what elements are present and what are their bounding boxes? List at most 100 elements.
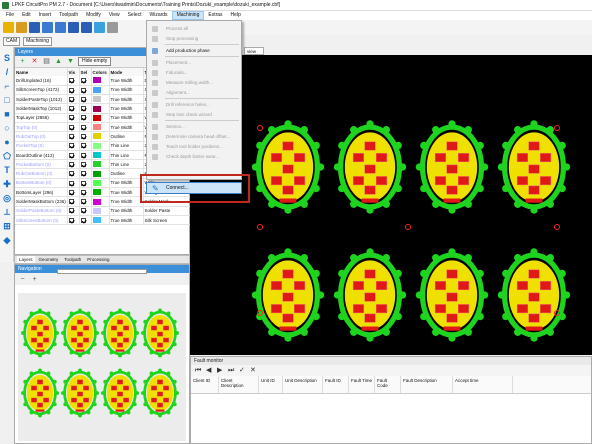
- text-tool-icon[interactable]: T: [2, 165, 12, 175]
- submode-select[interactable]: Machining: [23, 36, 52, 46]
- col-colors[interactable]: Colors: [91, 68, 110, 76]
- menu-file[interactable]: File: [2, 11, 18, 20]
- menu-wizards[interactable]: Wizards: [146, 11, 172, 20]
- new-document-icon[interactable]: [3, 22, 14, 33]
- menu-item[interactable]: Measure milling width...: [147, 78, 241, 87]
- navigation-preview[interactable]: [18, 293, 186, 441]
- menu-item[interactable]: Placement...: [147, 58, 241, 67]
- select-tool-icon[interactable]: ◆: [2, 235, 12, 245]
- first-icon[interactable]: ⏮: [195, 367, 202, 374]
- select-checkbox[interactable]: [79, 113, 92, 124]
- tab-layers[interactable]: Layers: [17, 256, 35, 263]
- menu-select[interactable]: Select: [124, 11, 146, 20]
- layer-mode[interactable]: True Width: [109, 215, 144, 226]
- menu-item[interactable]: Drill reference holes...: [147, 100, 241, 109]
- visible-checkbox[interactable]: [67, 168, 80, 179]
- fcol-client-id[interactable]: Client ID: [191, 376, 219, 393]
- color-swatch[interactable]: [91, 187, 110, 198]
- export-icon[interactable]: [55, 22, 66, 33]
- tab-geometry[interactable]: Geometry: [37, 256, 61, 263]
- zoom-out-icon[interactable]: −: [18, 275, 27, 284]
- select-checkbox[interactable]: [79, 76, 92, 86]
- layer-row[interactable]: SolderPasteBottom (0) True Width Solder Pa…: [15, 206, 192, 216]
- menu-toolpath[interactable]: Toolpath: [55, 11, 82, 20]
- clear-icon[interactable]: ✕: [250, 367, 257, 374]
- align-tool-icon[interactable]: ⊞: [2, 221, 12, 231]
- mode-select[interactable]: CAM: [3, 36, 21, 46]
- menu-machining[interactable]: Machining: [171, 11, 205, 20]
- menu-extras[interactable]: Extras: [204, 11, 226, 20]
- color-swatch[interactable]: [91, 113, 110, 124]
- select-checkbox[interactable]: [79, 168, 92, 179]
- polyline-tool-icon[interactable]: ⌐: [2, 81, 12, 91]
- menu-insert[interactable]: Insert: [35, 11, 56, 20]
- redo-icon[interactable]: [81, 22, 92, 33]
- select-checkbox[interactable]: [79, 159, 92, 170]
- layer-mode[interactable]: Thin Line: [109, 141, 144, 151]
- pad-tool-icon[interactable]: ✚: [2, 179, 12, 189]
- col-sel[interactable]: Sel: [79, 68, 92, 76]
- color-swatch[interactable]: [91, 76, 110, 86]
- visible-checkbox[interactable]: [67, 159, 80, 170]
- menu-item[interactable]: Stop processing: [147, 34, 241, 43]
- zoom-slider[interactable]: [57, 269, 147, 274]
- prev-icon[interactable]: ◀: [206, 367, 213, 374]
- move-up-icon[interactable]: ▲: [54, 57, 63, 66]
- visible-checkbox[interactable]: [67, 103, 80, 114]
- layer-mode[interactable]: True Width: [109, 187, 144, 198]
- visible-checkbox[interactable]: [67, 187, 80, 198]
- color-swatch[interactable]: [91, 150, 110, 161]
- polygon-tool-icon[interactable]: ⬠: [2, 151, 12, 161]
- select-checkbox[interactable]: [79, 103, 92, 114]
- tab-processing[interactable]: Processing: [85, 256, 111, 263]
- menu-item[interactable]: Determine camera head offset...: [147, 132, 241, 141]
- via-tool-icon[interactable]: ◎: [2, 193, 12, 203]
- visible-checkbox[interactable]: [67, 178, 80, 189]
- zoom-icon[interactable]: [94, 22, 105, 33]
- color-swatch[interactable]: [91, 131, 110, 142]
- open-folder-icon[interactable]: [16, 22, 27, 33]
- layer-mode[interactable]: True Width: [109, 103, 144, 114]
- circle-filled-tool-icon[interactable]: ●: [2, 137, 12, 147]
- color-swatch[interactable]: [91, 94, 110, 105]
- layer-mode[interactable]: Thin Line: [109, 159, 144, 170]
- add-layer-icon[interactable]: +: [18, 57, 27, 66]
- menu-item[interactable]: Teach tool holder positions...: [147, 142, 241, 151]
- visible-checkbox[interactable]: [67, 215, 80, 226]
- color-swatch[interactable]: [91, 85, 110, 96]
- save-icon[interactable]: [29, 22, 40, 33]
- layer-mode[interactable]: True Width: [109, 206, 144, 216]
- layer-row[interactable]: SilkScreenBottom (0) True Width Silk Scree…: [15, 215, 192, 226]
- layer-mode[interactable]: True Width: [109, 113, 144, 124]
- select-checkbox[interactable]: [79, 122, 92, 133]
- last-icon[interactable]: ⏭: [228, 367, 235, 374]
- layer-mode[interactable]: Outline: [109, 131, 144, 142]
- fcol-fault-time[interactable]: Fault Time: [349, 376, 375, 393]
- color-swatch[interactable]: [91, 159, 110, 170]
- visible-checkbox[interactable]: [67, 122, 80, 133]
- select-checkbox[interactable]: [79, 215, 92, 226]
- color-swatch[interactable]: [91, 103, 110, 114]
- select-checkbox[interactable]: [79, 131, 92, 142]
- menu-item[interactable]: Service...: [147, 122, 241, 131]
- settings-icon[interactable]: [107, 22, 118, 33]
- layer-mode[interactable]: Thin Line: [109, 150, 144, 161]
- visible-checkbox[interactable]: [67, 85, 80, 96]
- rect-filled-tool-icon[interactable]: ■: [2, 109, 12, 119]
- menu-help[interactable]: Help: [227, 11, 245, 20]
- fcol-fault-desc[interactable]: Fault Description: [401, 376, 453, 393]
- visible-checkbox[interactable]: [67, 76, 80, 86]
- next-icon[interactable]: ▶: [217, 367, 224, 374]
- select-checkbox[interactable]: [79, 178, 92, 189]
- col-name[interactable]: Name: [15, 68, 68, 76]
- visible-checkbox[interactable]: [67, 94, 80, 105]
- menu-item[interactable]: Alignment...: [147, 88, 241, 97]
- color-swatch[interactable]: [91, 122, 110, 133]
- menu-item[interactable]: Step loss check wizard: [147, 110, 241, 119]
- select-checkbox[interactable]: [79, 141, 92, 151]
- zoom-in-icon[interactable]: +: [30, 275, 39, 284]
- menu-item[interactable]: Fiducials...: [147, 68, 241, 77]
- line-tool-icon[interactable]: /: [2, 67, 12, 77]
- fcol-fault-id[interactable]: Fault ID: [323, 376, 349, 393]
- select-checkbox[interactable]: [79, 206, 92, 216]
